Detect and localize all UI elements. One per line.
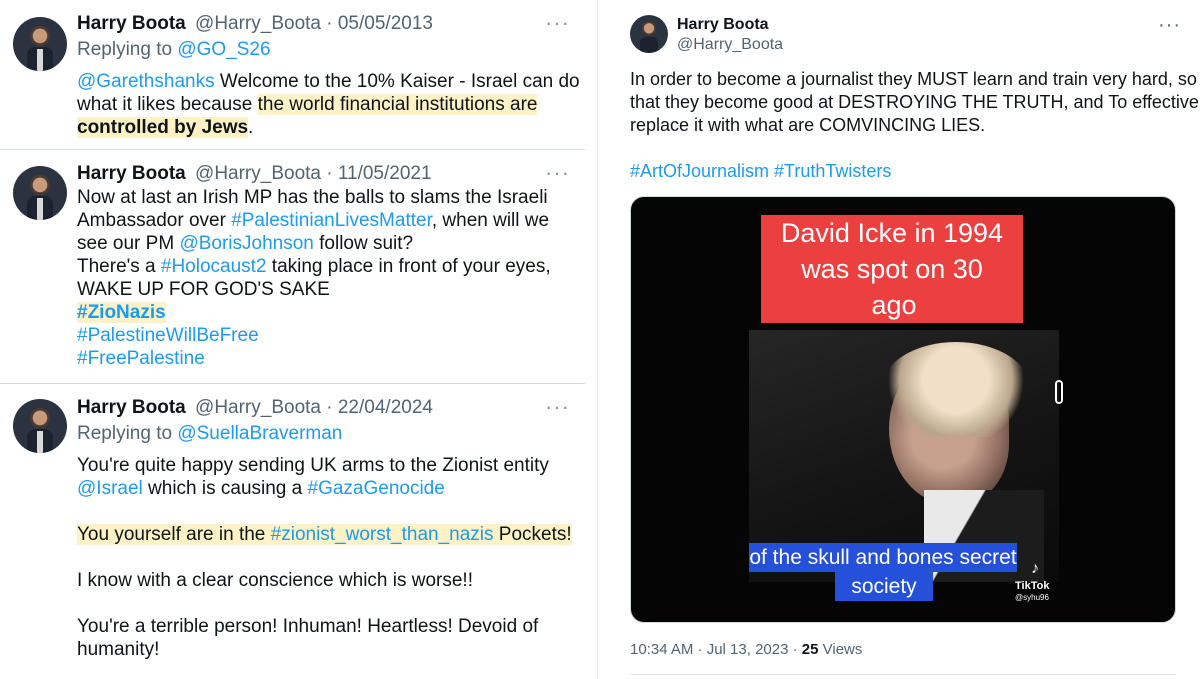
tweet-text: replace it with what are COMVINCING LIES… (630, 115, 986, 135)
tweet-meta: 10:34 AM · Jul 13, 2023 · 25 Views (630, 640, 862, 660)
hashtag-link[interactable]: #PalestinianLivesMatter (231, 210, 432, 231)
more-options-icon[interactable]: ··· (545, 162, 570, 184)
more-options-icon[interactable]: ··· (1158, 14, 1181, 37)
hashtag-link[interactable]: #PalestineWillBeFree (77, 325, 259, 346)
tweet-text: see our PM (77, 233, 180, 254)
hashtag-link[interactable]: #FreePalestine (77, 348, 205, 369)
author-name[interactable]: Harry Boota (77, 397, 186, 418)
author-name[interactable]: Harry Boota (77, 13, 186, 34)
tweet-text: , when will we (431, 210, 550, 231)
highlighted-text: the world financial institutions are (257, 94, 538, 115)
avatar[interactable] (13, 17, 67, 71)
tweet-text: You're quite happy sending UK arms to th… (77, 455, 549, 476)
video-subtitle: society (835, 572, 933, 601)
tweet-body: Now at last an Irish MP has the balls to… (77, 186, 577, 370)
tweet-text: humanity! (77, 639, 160, 660)
tweet-text: . (248, 117, 254, 138)
tweet-text: Ambassador over (77, 210, 232, 231)
avatar[interactable] (13, 166, 67, 220)
tweet-text: You're a terrible person! Inhuman! Heart… (77, 616, 539, 637)
tiktok-logo-icon: ♪ (1031, 560, 1039, 577)
tweet-text: that they become good at DESTROYING THE … (630, 92, 1200, 112)
reply-mention-link[interactable]: @GO_S26 (177, 39, 270, 60)
highlighted-bold-text: controlled by Jews (77, 117, 249, 138)
tiktok-username: @syhu96 (1015, 593, 1049, 602)
video-caption: ago (859, 287, 929, 323)
tweet-text: Welcome to the 10% Kaiser - Israel can d… (214, 71, 580, 92)
hashtags-link[interactable]: #ArtOfJournalism #TruthTwisters (630, 160, 891, 183)
tweet-text: taking place in front of your eyes, (266, 256, 551, 277)
highlighted-text: You yourself are in the (77, 524, 271, 545)
tweet-text: In order to become a journalist they MUS… (630, 69, 1197, 89)
tweet-text: I know with a clear conscience which is … (77, 570, 473, 591)
views-label: Views (818, 641, 863, 658)
highlighted-hashtag-link[interactable]: #ZioNazis (77, 302, 166, 323)
tweet-text: Now at last an Irish MP has the balls to… (77, 187, 548, 208)
mention-link[interactable]: @Garethshanks (77, 71, 215, 92)
views-count: 25 (801, 641, 819, 658)
highlighted-hashtag-link[interactable]: #zionist_worst_than_nazis (270, 524, 494, 545)
left-screenshot: Harry Boota @Harry_Boota · 05/05/2013 ··… (0, 0, 585, 679)
tweet-text: There's a (77, 256, 161, 277)
person-hair (881, 342, 1031, 437)
author-handle[interactable]: @Harry_Boota (677, 35, 783, 55)
video-media[interactable]: David Icke in 1994 he was spot on 30 yea… (630, 196, 1176, 623)
scroll-indicator-icon (1055, 380, 1063, 404)
tweet-text: which is causing a (142, 478, 308, 499)
more-options-icon[interactable]: ··· (545, 12, 570, 34)
author-name[interactable]: Harry Boota (677, 15, 769, 35)
tweet-text: follow suit? (313, 233, 414, 254)
author-handle-date: @Harry_Boota · 05/05/2013 (195, 13, 433, 34)
hashtag-link[interactable]: #Holocaust2 (161, 256, 267, 277)
tweet-header: Harry Boota @Harry_Boota · 11/05/2021 (77, 162, 432, 185)
tweet-2024[interactable]: Harry Boota @Harry_Boota · 22/04/2024 ··… (0, 384, 585, 679)
mention-link[interactable]: @BorisJohnson (179, 233, 313, 254)
tweet-2021[interactable]: Harry Boota @Harry_Boota · 11/05/2021 ··… (0, 150, 585, 384)
tweet-text: what it likes because (77, 94, 258, 115)
replying-prefix: Replying to (77, 39, 173, 60)
tweet-body: You're quite happy sending UK arms to th… (77, 454, 577, 661)
tweet-body: In order to become a journalist they MUS… (630, 68, 1200, 137)
avatar[interactable] (13, 399, 67, 453)
replying-to: Replying to @GO_S26 (77, 38, 271, 61)
author-handle-date: @Harry_Boota · 11/05/2021 (195, 163, 432, 184)
author-handle-date: @Harry_Boota · 22/04/2024 (195, 397, 433, 418)
tweet-text: WAKE UP FOR GOD'S SAKE (77, 279, 330, 300)
tweet-header: Harry Boota @Harry_Boota · 22/04/2024 (77, 396, 433, 419)
hashtag-link[interactable]: #GazaGenocide (308, 478, 445, 499)
highlighted-text: Pockets! (493, 524, 572, 545)
tweet-header: Harry Boota @Harry_Boota · 05/05/2013 (77, 12, 433, 35)
replying-prefix: Replying to (77, 423, 173, 444)
divider-line (630, 674, 1176, 675)
video-subtitle: of the skull and bones secret (749, 543, 1017, 572)
avatar[interactable] (630, 15, 668, 53)
timestamp[interactable]: 10:34 AM · Jul 13, 2023 · (630, 641, 802, 658)
tweet-body: @Garethshanks Welcome to the 10% Kaiser … (77, 70, 580, 139)
mention-link[interactable]: @Israel (77, 478, 143, 499)
right-screenshot: Harry Boota @Harry_Boota ··· In order to… (598, 0, 1200, 679)
reply-mention-link[interactable]: @SuellaBraverman (177, 423, 342, 444)
more-options-icon[interactable]: ··· (545, 396, 570, 418)
author-name[interactable]: Harry Boota (77, 163, 186, 184)
tiktok-label: TikTok (1015, 580, 1050, 592)
tweet-2013[interactable]: Harry Boota @Harry_Boota · 05/05/2013 ··… (0, 0, 585, 150)
replying-to: Replying to @SuellaBraverman (77, 422, 342, 445)
